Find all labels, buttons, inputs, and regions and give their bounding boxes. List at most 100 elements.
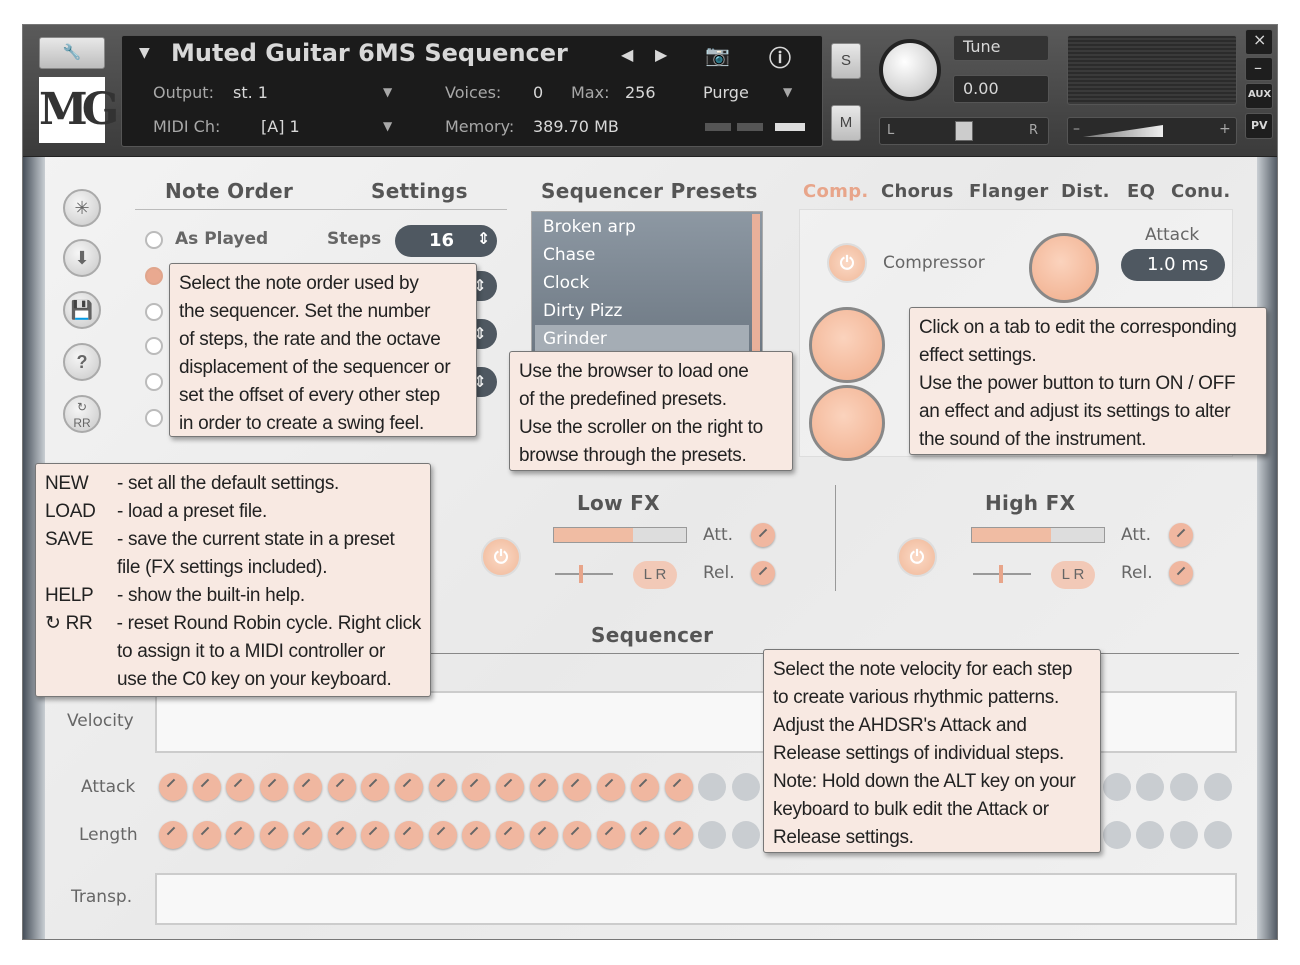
length-step-knob[interactable] bbox=[1102, 821, 1131, 849]
help-button[interactable]: ? bbox=[63, 343, 101, 381]
mute-button[interactable]: M bbox=[831, 105, 861, 141]
midi-dropdown-icon[interactable]: ▼ bbox=[383, 119, 392, 133]
length-step-knob[interactable] bbox=[293, 821, 322, 849]
max-value[interactable]: 256 bbox=[625, 83, 656, 102]
note-order-radio-1[interactable] bbox=[145, 231, 163, 249]
tab-dist[interactable]: Dist. bbox=[1061, 181, 1110, 202]
low-fx-power-icon[interactable]: ⏻ bbox=[481, 537, 521, 577]
attack-step-knob[interactable] bbox=[597, 773, 626, 801]
low-fx-att-knob[interactable] bbox=[751, 523, 775, 547]
attack-step-knob[interactable] bbox=[1136, 773, 1165, 801]
length-step-knob[interactable] bbox=[260, 821, 289, 849]
output-dropdown-icon[interactable]: ▼ bbox=[383, 85, 392, 99]
length-step-knob[interactable] bbox=[192, 821, 221, 849]
length-step-knob[interactable] bbox=[563, 821, 592, 849]
attack-step-knob[interactable] bbox=[462, 773, 491, 801]
length-step-knob[interactable] bbox=[529, 821, 558, 849]
attack-step-knob[interactable] bbox=[630, 773, 659, 801]
attack-step-knob[interactable] bbox=[226, 773, 255, 801]
low-fx-amount-bar[interactable] bbox=[553, 527, 687, 543]
low-fx-lr-toggle[interactable]: L R bbox=[633, 561, 677, 589]
attack-step-knob[interactable] bbox=[394, 773, 423, 801]
attack-step-knob[interactable] bbox=[192, 773, 221, 801]
length-step-knob[interactable] bbox=[664, 821, 693, 849]
attack-value-box[interactable]: 1.0 ms bbox=[1121, 249, 1225, 281]
high-fx-slider-handle[interactable] bbox=[999, 565, 1003, 583]
attack-step-knob[interactable] bbox=[327, 773, 356, 801]
steps-value-box[interactable]: 16 ⇕ bbox=[395, 225, 497, 257]
new-button[interactable]: ✳ bbox=[63, 189, 101, 227]
next-instrument-icon[interactable]: ▶ bbox=[655, 45, 667, 64]
preset-item[interactable]: Dirty Pizz bbox=[543, 301, 622, 321]
length-step-knob[interactable] bbox=[630, 821, 659, 849]
steps-spinner-icon[interactable]: ⇕ bbox=[477, 229, 490, 248]
save-button[interactable]: 💾 bbox=[63, 291, 101, 329]
length-step-knob[interactable] bbox=[1170, 821, 1198, 849]
solo-button[interactable]: S bbox=[831, 43, 861, 79]
note-order-radio-5[interactable] bbox=[145, 373, 163, 391]
purge-dropdown-icon[interactable]: ▼ bbox=[783, 85, 792, 99]
wrench-icon[interactable]: 🔧 bbox=[39, 37, 105, 69]
preset-item[interactable]: Clock bbox=[543, 273, 589, 293]
pan-handle[interactable] bbox=[955, 121, 973, 141]
low-fx-slider-handle[interactable] bbox=[579, 565, 583, 583]
attack-step-knob[interactable] bbox=[361, 773, 390, 801]
high-fx-power-icon[interactable]: ⏻ bbox=[897, 537, 937, 577]
low-fx-slider[interactable] bbox=[555, 573, 613, 575]
tab-conv[interactable]: Conu. bbox=[1171, 181, 1231, 202]
high-fx-att-knob[interactable] bbox=[1169, 523, 1193, 547]
high-fx-amount-bar[interactable] bbox=[971, 527, 1105, 543]
pv-button[interactable]: PV bbox=[1245, 113, 1273, 139]
camera-icon[interactable]: 📷 bbox=[705, 43, 730, 67]
aux-button[interactable]: AUX bbox=[1245, 83, 1273, 109]
note-order-radio-4[interactable] bbox=[145, 337, 163, 355]
length-step-knob[interactable] bbox=[428, 821, 457, 849]
length-step-knob[interactable] bbox=[462, 821, 491, 849]
length-step-knob[interactable] bbox=[1136, 821, 1165, 849]
high-fx-lr-toggle[interactable]: L R bbox=[1051, 561, 1095, 589]
compressor-ratio-knob[interactable] bbox=[809, 385, 885, 461]
length-step-knob[interactable] bbox=[496, 821, 524, 849]
attack-step-knob[interactable] bbox=[698, 773, 727, 801]
info-icon[interactable]: ⓘ bbox=[769, 41, 791, 73]
length-step-knob[interactable] bbox=[226, 821, 255, 849]
reset-rr-button[interactable]: ↻ RR bbox=[63, 395, 101, 433]
close-button[interactable]: × bbox=[1245, 29, 1273, 55]
length-step-knob[interactable] bbox=[597, 821, 626, 849]
length-step-knob[interactable] bbox=[1203, 821, 1232, 849]
attack-step-knob[interactable] bbox=[664, 773, 693, 801]
preset-item-selected[interactable]: Grinder bbox=[543, 329, 607, 349]
note-order-radio-3[interactable] bbox=[145, 303, 163, 321]
preset-item[interactable]: Chase bbox=[543, 245, 595, 265]
transpose-editor[interactable] bbox=[155, 873, 1237, 925]
midi-channel-value[interactable]: [A] 1 bbox=[261, 117, 300, 136]
compressor-attack-knob[interactable] bbox=[1029, 233, 1099, 303]
attack-step-knob[interactable] bbox=[563, 773, 592, 801]
note-order-radio-2[interactable] bbox=[145, 267, 163, 285]
attack-step-knob[interactable] bbox=[731, 773, 760, 801]
volume-plus-icon[interactable]: + bbox=[1219, 121, 1231, 137]
tab-eq[interactable]: EQ bbox=[1127, 181, 1155, 202]
high-fx-rel-knob[interactable] bbox=[1169, 561, 1193, 585]
attack-step-knob[interactable] bbox=[1102, 773, 1131, 801]
length-step-knob[interactable] bbox=[361, 821, 390, 849]
prev-instrument-icon[interactable]: ◀ bbox=[621, 45, 633, 64]
tune-knob[interactable] bbox=[879, 39, 941, 101]
note-order-option-1[interactable]: As Played bbox=[175, 229, 268, 249]
attack-step-knob[interactable] bbox=[1170, 773, 1198, 801]
length-step-knob[interactable] bbox=[159, 821, 187, 849]
attack-step-knob[interactable] bbox=[529, 773, 558, 801]
volume-minus-icon[interactable]: – bbox=[1073, 121, 1080, 137]
attack-step-knob[interactable] bbox=[260, 773, 289, 801]
output-value[interactable]: st. 1 bbox=[233, 83, 268, 102]
compressor-power-icon[interactable]: ⏻ bbox=[827, 243, 867, 283]
dropdown-arrow-icon[interactable]: ▼ bbox=[139, 45, 150, 61]
preset-item[interactable]: Broken arp bbox=[543, 217, 636, 237]
minimize-button[interactable]: – bbox=[1245, 57, 1273, 81]
length-step-knob[interactable] bbox=[698, 821, 727, 849]
note-order-radio-6[interactable] bbox=[145, 409, 163, 427]
length-step-knob[interactable] bbox=[731, 821, 760, 849]
attack-step-knob[interactable] bbox=[293, 773, 322, 801]
attack-step-knob[interactable] bbox=[428, 773, 457, 801]
tab-flanger[interactable]: Flanger bbox=[969, 181, 1049, 202]
